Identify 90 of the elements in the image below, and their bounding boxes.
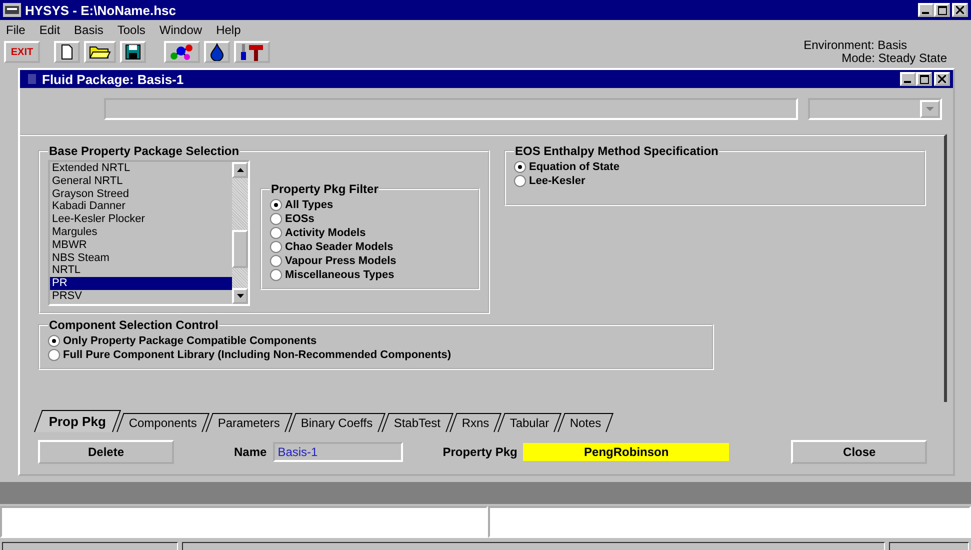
list-item[interactable]: General NRTL xyxy=(50,174,232,188)
list-item[interactable]: Extended NRTL xyxy=(50,162,232,175)
list-item[interactable]: MBWR xyxy=(50,238,232,252)
fluid-button[interactable] xyxy=(204,41,230,63)
hammer-screwdriver-icon xyxy=(239,43,265,61)
tools-button[interactable] xyxy=(234,41,270,63)
radio-button[interactable] xyxy=(270,269,282,281)
option-label: All Types xyxy=(285,199,334,211)
close-button[interactable] xyxy=(952,3,968,17)
radio-button[interactable] xyxy=(48,349,60,361)
mode-label: Mode: Steady State xyxy=(842,52,947,65)
radio-button[interactable] xyxy=(270,227,282,239)
list-item[interactable]: Kabadi Danner xyxy=(50,200,232,214)
option-label: Miscellaneous Types xyxy=(285,269,394,281)
scroll-down-button[interactable] xyxy=(232,288,248,304)
list-item[interactable]: PR xyxy=(50,277,232,290)
option-label: Only Property Package Compatible Components xyxy=(63,335,317,347)
option-label: Full Pure Component Library (Including Non-Recommended Components) xyxy=(63,349,452,361)
menu-item[interactable]: Tools xyxy=(117,23,146,37)
tab[interactable]: Components xyxy=(116,413,210,432)
property-pkg-field: PengRobinson xyxy=(523,443,730,461)
menu-item[interactable]: Edit xyxy=(39,23,60,37)
property-pkg-label: Property Pkg xyxy=(442,445,518,459)
radio-button[interactable] xyxy=(514,161,526,173)
window-icon xyxy=(28,74,36,84)
tab[interactable]: Binary Coeffs xyxy=(288,413,386,432)
option-label: Equation of State xyxy=(529,161,620,173)
components-button[interactable] xyxy=(164,41,200,63)
tab[interactable]: Tabular xyxy=(498,413,562,432)
tab[interactable]: Rxns xyxy=(449,413,502,432)
name-field[interactable]: Basis-1 xyxy=(272,442,403,462)
close-icon xyxy=(956,6,964,14)
open-button[interactable] xyxy=(84,41,116,63)
document-icon xyxy=(59,44,75,60)
list-box[interactable]: Extended NRTL General NRTL Grayson Streed Kabadi Danner Lee-Kesler Plocker Margules MBWR NBS Steam NRTL PR PRSV xyxy=(48,160,250,306)
name-label: Name xyxy=(234,445,267,459)
window-title: Fluid Package: Basis-1 xyxy=(42,72,184,86)
group-title: Property Pkg Filter xyxy=(270,182,380,196)
minimize-button[interactable] xyxy=(918,3,934,17)
folder-icon xyxy=(89,44,111,60)
tab[interactable]: Prop Pkg xyxy=(34,410,122,432)
scroll-up-button[interactable] xyxy=(232,162,248,178)
text-field[interactable] xyxy=(104,98,798,120)
list-item[interactable]: Margules xyxy=(50,226,232,239)
radio-button[interactable] xyxy=(48,335,60,347)
radio-button[interactable] xyxy=(270,199,282,211)
menu-item[interactable]: Window xyxy=(159,23,202,37)
up-arrow-icon xyxy=(236,168,244,172)
list-item[interactable]: NBS Steam xyxy=(50,252,232,264)
tab[interactable]: Parameters xyxy=(206,413,293,432)
close-icon xyxy=(938,75,946,83)
environment-label: Environment: Basis xyxy=(804,39,907,52)
group-title: Base Property Package Selection xyxy=(48,144,240,158)
menu-item[interactable]: Basis xyxy=(74,23,104,37)
radio-button[interactable] xyxy=(270,213,282,225)
down-arrow-icon xyxy=(236,294,244,298)
molecule-icon xyxy=(169,43,195,61)
list-item[interactable]: Grayson Streed xyxy=(50,188,232,200)
tab[interactable]: Notes xyxy=(558,413,614,432)
radio-button[interactable] xyxy=(270,241,282,253)
close-button[interactable]: Close xyxy=(791,440,928,464)
drop-icon xyxy=(209,43,225,61)
scroll-thumb[interactable] xyxy=(232,230,248,268)
list-item[interactable]: PRSV xyxy=(50,290,232,303)
new-file-button[interactable] xyxy=(54,41,80,63)
menu-item[interactable]: File xyxy=(6,23,26,37)
app-icon xyxy=(3,3,21,17)
minimize-button[interactable] xyxy=(900,72,916,86)
list-item[interactable]: Lee-Kesler Plocker xyxy=(50,213,232,226)
maximize-icon xyxy=(920,74,928,84)
maximize-icon xyxy=(938,6,946,14)
radio-button[interactable] xyxy=(514,175,526,187)
maximize-button[interactable] xyxy=(916,72,932,86)
group-title: EOS Enthalpy Method Specification xyxy=(514,144,720,158)
window-title: HYSYS - E:\NoName.hsc xyxy=(25,2,176,18)
radio-button[interactable] xyxy=(270,255,282,267)
tab[interactable]: StabTest xyxy=(382,413,454,432)
close-button[interactable] xyxy=(934,72,950,86)
option-label: Activity Models xyxy=(285,227,366,239)
list-item[interactable]: NRTL xyxy=(50,264,232,278)
menu-item[interactable]: Help xyxy=(216,23,241,37)
option-label: Vapour Press Models xyxy=(285,255,396,267)
option-label: Lee-Kesler xyxy=(529,175,586,187)
option-label: EOSs xyxy=(285,213,314,225)
maximize-button[interactable] xyxy=(934,3,950,17)
group-title: Component Selection Control xyxy=(48,318,220,332)
option-label: Chao Seader Models xyxy=(285,241,394,253)
save-button[interactable] xyxy=(120,41,146,63)
caret-icon xyxy=(926,106,934,112)
delete-button[interactable]: Delete xyxy=(38,440,174,464)
